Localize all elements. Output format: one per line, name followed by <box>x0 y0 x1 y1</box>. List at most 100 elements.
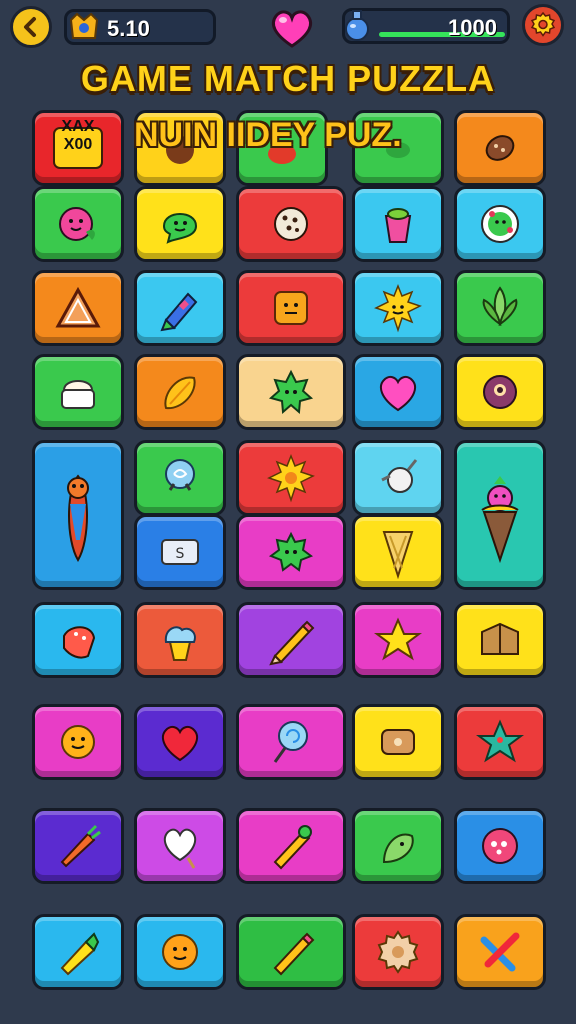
cupcake-blue-tile[interactable] <box>134 602 226 678</box>
crown-shield-icon <box>69 12 99 39</box>
icecream-icon <box>481 476 519 564</box>
heart-icon <box>271 10 313 48</box>
slime-face-icon <box>162 213 198 244</box>
banner-text: NUIN IIDEY PUZ. <box>134 116 402 154</box>
berry-tile[interactable] <box>32 186 124 262</box>
star-icon <box>374 617 422 661</box>
crayon-icon <box>160 292 198 332</box>
pencil-yellow-icon <box>273 932 315 976</box>
star-tile[interactable] <box>352 602 444 678</box>
cupcake-icon <box>164 626 196 661</box>
orb-tile[interactable] <box>134 440 226 516</box>
rocket-icon <box>381 459 418 493</box>
white-heart-tile[interactable] <box>134 808 226 884</box>
green-pencil-tile[interactable] <box>236 914 346 990</box>
mango-icon <box>164 376 196 410</box>
carrot-tile[interactable] <box>32 808 124 884</box>
gear-icon <box>530 11 556 37</box>
carrot-icon <box>60 824 101 868</box>
pink-ball-tile[interactable] <box>454 808 546 884</box>
chevron-left-icon <box>24 17 36 37</box>
red-heart-icon <box>162 725 198 762</box>
donut-tile[interactable] <box>454 186 546 262</box>
sun-tile[interactable] <box>352 270 444 346</box>
green-monster-icon <box>268 531 314 572</box>
pink-ball-icon <box>482 828 518 864</box>
settings-button[interactable] <box>522 4 564 46</box>
mango-tile[interactable] <box>134 354 226 430</box>
back-button[interactable] <box>10 6 52 48</box>
lives-heart[interactable] <box>268 6 316 50</box>
red-heart-tile[interactable] <box>134 704 226 780</box>
cookie-tile[interactable] <box>454 110 546 186</box>
corn-tile[interactable] <box>32 914 124 990</box>
rocket-tile[interactable] <box>352 440 444 516</box>
icecream-monster-tile[interactable] <box>454 440 546 590</box>
triangle-icon <box>55 286 101 328</box>
eye-ball-icon <box>483 375 517 409</box>
pepper-tile[interactable] <box>352 808 444 884</box>
candy-face-tile[interactable] <box>32 704 124 780</box>
gear-cookie-icon <box>377 930 419 974</box>
pink-heart-icon <box>380 375 416 412</box>
plant-tile[interactable] <box>454 270 546 346</box>
svg-text:S: S <box>176 546 185 562</box>
orange-face-icon <box>162 934 198 970</box>
sunflower-icon <box>267 453 315 503</box>
crayon-tile[interactable] <box>134 270 226 346</box>
jelly-tile[interactable] <box>32 602 124 678</box>
block-tile[interactable] <box>236 270 346 346</box>
game-title: GAME MATCH PUZZLA <box>80 58 496 99</box>
gear-cookie-tile[interactable] <box>352 914 444 990</box>
cone-icon <box>382 531 414 580</box>
star-leaf-tile[interactable] <box>454 704 546 780</box>
corn-icon <box>60 932 100 976</box>
pencil-pink-tile[interactable] <box>236 808 346 884</box>
sunflower-tile[interactable] <box>236 440 346 516</box>
box-tile[interactable] <box>454 602 546 678</box>
keycap-icon: S <box>161 539 199 565</box>
lollipop-icon <box>273 721 308 763</box>
heart-tile[interactable] <box>352 354 444 430</box>
candy-face-icon <box>61 725 95 759</box>
gems-panel: 1000 <box>342 8 510 44</box>
score-panel: 5.10 <box>64 9 216 45</box>
cream-tile[interactable] <box>32 354 124 430</box>
box-icon <box>481 622 519 655</box>
jelly-icon <box>63 626 96 659</box>
block-face-icon <box>274 291 308 325</box>
badge-label: XAX X00 <box>61 118 95 153</box>
white-heart-icon <box>163 828 197 869</box>
gems-value: 1000 <box>448 15 497 40</box>
orange-face-tile[interactable] <box>134 914 226 990</box>
cone-tile[interactable] <box>352 514 444 590</box>
sun-face-icon <box>374 283 422 333</box>
pencil-green-icon <box>273 825 312 870</box>
cupcake-tile[interactable] <box>352 186 444 262</box>
cross-icon <box>480 932 520 972</box>
green-blob-icon <box>268 369 314 415</box>
cream-cup-icon <box>61 380 95 409</box>
pizza-tile[interactable] <box>32 270 124 346</box>
choco-cookie-tile[interactable] <box>236 186 346 262</box>
top-hud: 5.10 1000 <box>0 0 576 56</box>
pencil-tile[interactable] <box>236 602 346 678</box>
score-value: 5.10 <box>107 16 150 41</box>
plant-icon <box>482 286 518 327</box>
cross-tile[interactable] <box>454 914 546 990</box>
eye-tile[interactable] <box>454 354 546 430</box>
star-blob-tile[interactable] <box>236 354 346 430</box>
cup-icon <box>384 208 412 243</box>
berry-face-icon <box>59 207 95 241</box>
toast-tile[interactable] <box>352 704 444 780</box>
lollipop-tile[interactable] <box>236 704 346 780</box>
green-monster-tile[interactable] <box>236 514 346 590</box>
fish-icon <box>67 474 89 562</box>
star-leaf-icon <box>476 719 524 763</box>
toast-icon <box>381 729 415 755</box>
pencil-icon <box>269 620 315 666</box>
keycap-tile[interactable]: S <box>134 514 226 590</box>
slime-tile[interactable] <box>134 186 226 262</box>
fish-tile[interactable] <box>32 440 124 590</box>
cookie-icon <box>485 135 515 161</box>
